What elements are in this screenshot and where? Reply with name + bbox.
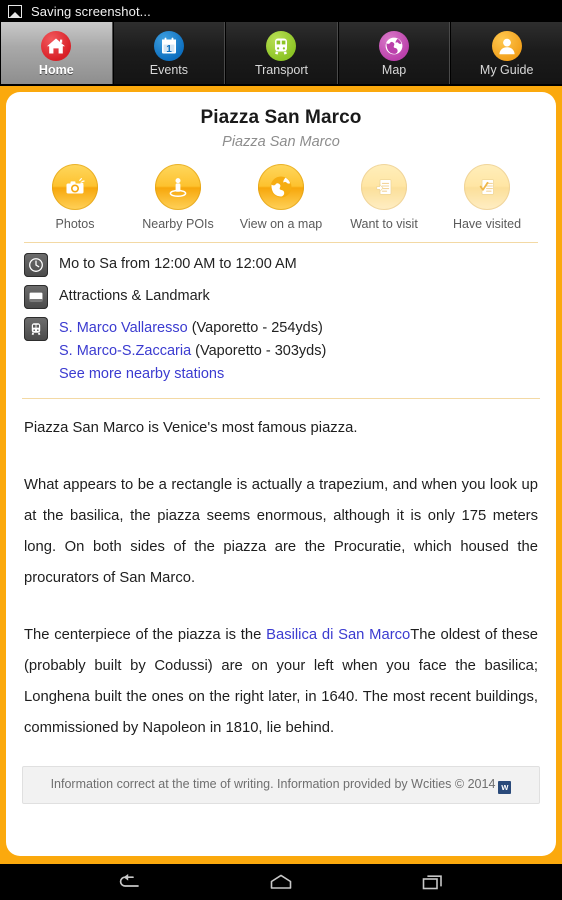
action-have-visited[interactable]: Have visited bbox=[441, 164, 533, 232]
calendar-icon: 1 bbox=[153, 31, 184, 61]
recents-icon[interactable] bbox=[416, 870, 450, 894]
transit-station-detail: (Vaporetto - 254yds) bbox=[187, 320, 323, 336]
action-photos[interactable]: Photos bbox=[29, 164, 121, 232]
globe-icon bbox=[379, 31, 410, 61]
action-button-row: Photos Nearby POIs View on a map Want to… bbox=[22, 152, 540, 232]
basilica-link[interactable]: Basilica di San Marco bbox=[266, 627, 410, 643]
folder-icon bbox=[24, 285, 48, 309]
tab-transport[interactable]: Transport bbox=[225, 22, 338, 84]
action-nearby-pois-label: Nearby POIs bbox=[142, 217, 214, 231]
info-category-text: Attractions & Landmark bbox=[59, 288, 210, 304]
train-station-icon bbox=[24, 317, 48, 341]
description-paragraph-2: What appears to be a rectangle is actual… bbox=[24, 477, 538, 586]
screenshot-image-icon bbox=[8, 4, 22, 18]
info-row-transit: S. Marco Vallaresso (Vaporetto - 254yds)… bbox=[24, 316, 540, 386]
tab-events-label: Events bbox=[149, 63, 188, 77]
transit-station-name[interactable]: S. Marco Vallaresso bbox=[59, 320, 188, 336]
document-check-icon bbox=[464, 164, 510, 210]
person-pin-icon bbox=[155, 164, 201, 210]
main-tab-bar: Home 1 Events Transport Map My Guide bbox=[0, 22, 562, 86]
tab-my-guide[interactable]: My Guide bbox=[450, 22, 562, 84]
person-icon bbox=[491, 31, 522, 61]
svg-text:1: 1 bbox=[166, 44, 172, 55]
page-subtitle: Piazza San Marco bbox=[222, 134, 340, 150]
action-view-on-map[interactable]: View on a map bbox=[235, 164, 327, 232]
description-paragraph-1: Piazza San Marco is Venice's most famous… bbox=[24, 420, 358, 436]
wcities-badge-icon: w bbox=[498, 781, 512, 794]
android-nav-bar bbox=[0, 864, 562, 900]
tab-my-guide-label: My Guide bbox=[479, 63, 534, 77]
action-photos-label: Photos bbox=[55, 217, 95, 231]
tab-home-label: Home bbox=[38, 63, 74, 77]
action-want-to-visit-label: Want to visit bbox=[350, 217, 418, 231]
see-more-stations-link[interactable]: See more nearby stations bbox=[59, 363, 326, 386]
tab-events[interactable]: 1 Events bbox=[112, 22, 226, 84]
orange-page-frame: Piazza San Marco Piazza San Marco Photos bbox=[0, 86, 562, 864]
paragraph-3-pre: The centerpiece of the piazza is the bbox=[24, 627, 267, 643]
home-icon bbox=[41, 31, 72, 61]
info-row-category: Attractions & Landmark bbox=[24, 284, 540, 309]
description-body: Piazza San Marco is Venice's most famous… bbox=[22, 399, 540, 744]
status-bar-text: Saving screenshot... bbox=[31, 3, 151, 19]
action-want-to-visit[interactable]: Want to visit bbox=[338, 164, 430, 232]
info-hours-text: Mo to Sa from 12:00 AM to 12:00 AM bbox=[59, 256, 297, 272]
globe-icon bbox=[258, 164, 304, 210]
tab-transport-label: Transport bbox=[254, 63, 308, 77]
train-icon bbox=[266, 31, 297, 61]
transit-station-detail: (Vaporetto - 303yds) bbox=[191, 343, 327, 359]
disclaimer-box: Information correct at the time of writi… bbox=[22, 766, 540, 804]
transit-station-row[interactable]: S. Marco-S.Zaccaria (Vaporetto - 303yds) bbox=[59, 340, 326, 363]
camera-icon bbox=[52, 164, 98, 210]
android-status-bar: Saving screenshot... bbox=[0, 0, 562, 22]
disclaimer-text: Information correct at the time of writi… bbox=[50, 777, 496, 791]
transit-station-name[interactable]: S. Marco-S.Zaccaria bbox=[59, 343, 191, 359]
back-icon[interactable] bbox=[112, 870, 146, 894]
action-nearby-pois[interactable]: Nearby POIs bbox=[132, 164, 224, 232]
tab-map[interactable]: Map bbox=[337, 22, 451, 84]
paragraph-3-post: The oldest of these (probably built by C… bbox=[24, 627, 538, 736]
description-paragraph-3: The centerpiece of the piazza is the Bas… bbox=[24, 620, 538, 744]
action-view-on-map-label: View on a map bbox=[239, 217, 323, 231]
tab-map-label: Map bbox=[381, 63, 407, 77]
home-icon[interactable] bbox=[264, 870, 298, 894]
action-have-visited-label: Have visited bbox=[452, 217, 522, 231]
page-title: Piazza San Marco bbox=[200, 107, 362, 128]
detail-card: Piazza San Marco Piazza San Marco Photos bbox=[6, 92, 556, 856]
document-add-icon bbox=[361, 164, 407, 210]
clock-icon bbox=[24, 253, 48, 277]
info-section: Mo to Sa from 12:00 AM to 12:00 AM Attra… bbox=[22, 243, 540, 386]
tab-home[interactable]: Home bbox=[0, 22, 113, 84]
info-row-hours: Mo to Sa from 12:00 AM to 12:00 AM bbox=[24, 252, 540, 277]
transit-station-row[interactable]: S. Marco Vallaresso (Vaporetto - 254yds) bbox=[59, 317, 326, 340]
transit-station-list: S. Marco Vallaresso (Vaporetto - 254yds)… bbox=[59, 316, 326, 386]
